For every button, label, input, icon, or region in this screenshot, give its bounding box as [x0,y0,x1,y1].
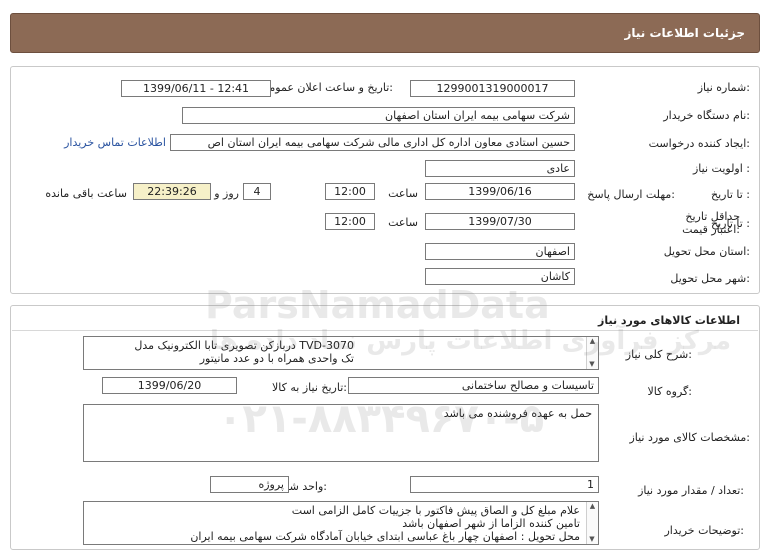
specs-text: حمل به عهده فروشنده می باشد [443,407,592,420]
price-validity-time-label: ساعت [388,216,418,229]
response-deadline-label: مهلت ارسال پاسخ: [587,188,675,201]
quantity-field: 1 [410,476,599,493]
announce-datetime-label: تاریخ و ساعت اعلان عمومی: [260,81,393,94]
specs-label: مشخصات کالای مورد نیاز: [629,431,750,444]
need-date-field: 1399/06/20 [102,377,237,394]
province-field: اصفهان [425,243,575,260]
remaining-time-field: 22:39:26 [133,183,211,200]
province-label: استان محل تحویل: [663,245,750,258]
city-label: شهر محل تحویل: [670,272,750,285]
requester-field: حسین استادی معاون اداره کل اداری مالی شر… [170,134,575,151]
buyer-notes-scrollbar[interactable]: ▲ ▼ [586,502,598,544]
buyer-notes-textarea[interactable]: علام مبلغ کل و الصاق پیش فاکتور با جزییا… [83,501,599,545]
description-label: شرح کلی نیاز: [625,348,692,361]
days-label: روز و [214,187,239,200]
buyer-notes-line-1: علام مبلغ کل و الصاق پیش فاکتور با جزییا… [291,504,580,517]
specs-textarea[interactable]: حمل به عهده فروشنده می باشد [83,404,599,462]
page-header: جزئیات اطلاعات نیاز [10,13,760,53]
description-scrollbar[interactable]: ▲ ▼ [586,337,598,369]
description-line-1: دربازکن تصویری تابا الکترونیک مدل TVD-30… [134,339,354,352]
goods-group-field: تاسیسات و مصالح ساختمانی [348,377,599,394]
requester-label: ایجاد کننده درخواست: [648,137,750,150]
buyer-org-label: نام دستگاه خریدار: [663,109,750,122]
need-number-label: شماره نیاز: [697,81,750,94]
goods-section-title: اطلاعات کالاهای مورد نیاز [598,314,740,327]
announce-datetime-field: 1399/06/11 - 12:41 [121,80,271,97]
priority-field: عادی [425,160,575,177]
remaining-label: ساعت باقی مانده [45,187,127,200]
scroll-up-icon[interactable]: ▲ [587,502,598,510]
description-textarea[interactable]: دربازکن تصویری تابا الکترونیک مدل TVD-30… [83,336,599,370]
buyer-org-field: شرکت سهامی بیمه ایران استان اصفهان [182,107,575,124]
need-number-field: 1299001319000017 [410,80,575,97]
price-validity-date-field: 1399/07/30 [425,213,575,230]
scroll-down-icon[interactable]: ▼ [586,360,598,368]
buyer-notes-line-2: تامین کننده الزاما از شهر اصفهان باشد [402,517,580,530]
response-to-date-label: تا تاریخ : [711,188,750,201]
page-title: جزئیات اطلاعات نیاز [624,26,745,40]
unit-field: پروژه [210,476,289,493]
scroll-up-icon[interactable]: ▲ [587,337,598,345]
priority-label: اولویت نیاز : [692,162,750,175]
scroll-down-icon[interactable]: ▼ [586,535,598,543]
price-to-date-label: تا تاریخ : [711,217,750,230]
price-validity-time-field: 12:00 [325,213,375,230]
remaining-days-field: 4 [243,183,271,200]
need-date-label: تاریخ نیاز به کالا: [272,381,347,394]
goods-section-divider [12,330,758,331]
response-time-label: ساعت [388,187,418,200]
goods-group-label: گروه کالا: [647,385,692,398]
city-field: کاشان [425,268,575,285]
buyer-notes-line-3: محل تحویل : اصفهان چهار باغ عباسی ابتدای… [190,530,580,543]
buyer-contact-link[interactable]: اطلاعات تماس خریدار [64,136,166,149]
response-date-field: 1399/06/16 [425,183,575,200]
response-time-field: 12:00 [325,183,375,200]
description-line-2: تک واحدی همراه با دو عدد مانیتور [199,352,354,365]
buyer-notes-label: توضیحات خریدار: [664,524,745,537]
quantity-label: تعداد / مقدار مورد نیاز: [638,484,744,497]
need-info-panel [10,66,760,294]
